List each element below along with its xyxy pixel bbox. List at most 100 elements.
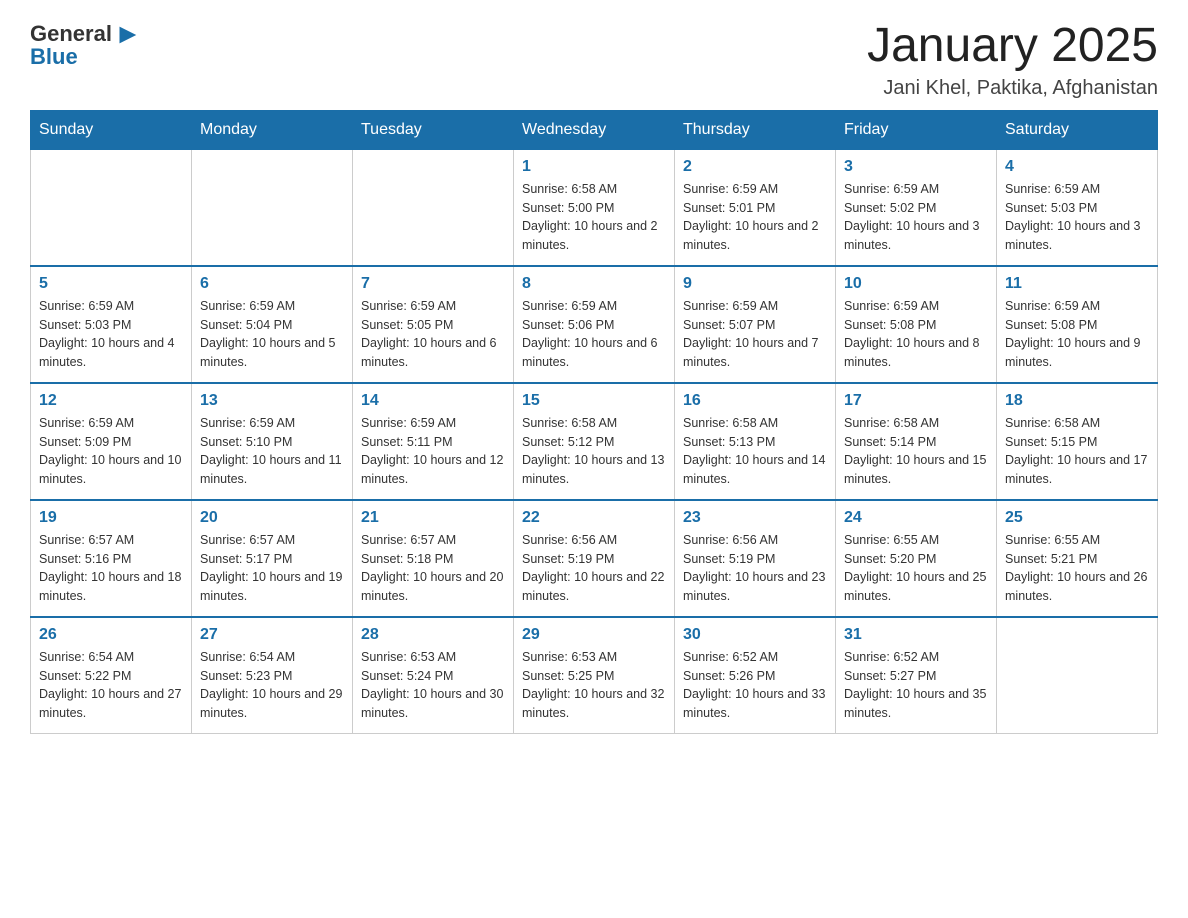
calendar-week-row: 1 Sunrise: 6:58 AM Sunset: 5:00 PM Daylig…	[31, 149, 1158, 266]
calendar-day-17: 17 Sunrise: 6:58 AM Sunset: 5:14 PM Dayli…	[836, 383, 997, 500]
day-info-text: Sunrise: 6:59 AM Sunset: 5:08 PM Dayligh…	[844, 297, 988, 372]
day-info-text: Sunrise: 6:59 AM Sunset: 5:05 PM Dayligh…	[361, 297, 505, 372]
logo-blue-text: Blue	[30, 44, 142, 70]
calendar-day-26: 26 Sunrise: 6:54 AM Sunset: 5:22 PM Dayli…	[31, 617, 192, 734]
day-info-text: Sunrise: 6:59 AM Sunset: 5:06 PM Dayligh…	[522, 297, 666, 372]
calendar-day-22: 22 Sunrise: 6:56 AM Sunset: 5:19 PM Dayli…	[514, 500, 675, 617]
location-subtitle: Jani Khel, Paktika, Afghanistan	[867, 77, 1158, 100]
calendar-day-6: 6 Sunrise: 6:59 AM Sunset: 5:04 PM Daylig…	[192, 266, 353, 383]
day-number: 10	[844, 275, 988, 293]
calendar-day-8: 8 Sunrise: 6:59 AM Sunset: 5:06 PM Daylig…	[514, 266, 675, 383]
day-info-text: Sunrise: 6:58 AM Sunset: 5:00 PM Dayligh…	[522, 180, 666, 255]
day-info-text: Sunrise: 6:58 AM Sunset: 5:13 PM Dayligh…	[683, 414, 827, 489]
day-number: 11	[1005, 275, 1149, 293]
day-number: 29	[522, 626, 666, 644]
calendar-day-31: 31 Sunrise: 6:52 AM Sunset: 5:27 PM Dayli…	[836, 617, 997, 734]
calendar-day-3: 3Sunrise: 6:59 AM Sunset: 5:02 PM Daylig…	[836, 149, 997, 266]
day-info-text: Sunrise: 6:59 AM Sunset: 5:08 PM Dayligh…	[1005, 297, 1149, 372]
day-number: 6	[200, 275, 344, 293]
calendar-table: SundayMondayTuesdayWednesdayThursdayFrid…	[30, 110, 1158, 734]
logo: General ► Blue	[30, 20, 142, 70]
month-title: January 2025	[867, 20, 1158, 73]
day-info-text: Sunrise: 6:59 AM Sunset: 5:11 PM Dayligh…	[361, 414, 505, 489]
day-info-text: Sunrise: 6:58 AM Sunset: 5:15 PM Dayligh…	[1005, 414, 1149, 489]
empty-day-cell	[192, 149, 353, 266]
calendar-day-9: 9 Sunrise: 6:59 AM Sunset: 5:07 PM Daylig…	[675, 266, 836, 383]
day-number: 17	[844, 392, 988, 410]
day-info-text: Sunrise: 6:58 AM Sunset: 5:12 PM Dayligh…	[522, 414, 666, 489]
calendar-day-1: 1 Sunrise: 6:58 AM Sunset: 5:00 PM Daylig…	[514, 149, 675, 266]
calendar-day-2: 2Sunrise: 6:59 AM Sunset: 5:01 PM Daylig…	[675, 149, 836, 266]
empty-day-cell	[997, 617, 1158, 734]
day-number: 20	[200, 509, 344, 527]
weekday-header-friday: Friday	[836, 110, 997, 149]
day-info-text: Sunrise: 6:53 AM Sunset: 5:25 PM Dayligh…	[522, 648, 666, 723]
calendar-day-25: 25 Sunrise: 6:55 AM Sunset: 5:21 PM Dayli…	[997, 500, 1158, 617]
calendar-day-16: 16 Sunrise: 6:58 AM Sunset: 5:13 PM Dayli…	[675, 383, 836, 500]
day-number: 25	[1005, 509, 1149, 527]
calendar-day-29: 29 Sunrise: 6:53 AM Sunset: 5:25 PM Dayli…	[514, 617, 675, 734]
day-info-text: Sunrise: 6:54 AM Sunset: 5:23 PM Dayligh…	[200, 648, 344, 723]
weekday-header-monday: Monday	[192, 110, 353, 149]
weekday-header-wednesday: Wednesday	[514, 110, 675, 149]
calendar-week-row: 19Sunrise: 6:57 AM Sunset: 5:16 PM Dayli…	[31, 500, 1158, 617]
day-number: 22	[522, 509, 666, 527]
day-info-text: Sunrise: 6:59 AM Sunset: 5:01 PM Dayligh…	[683, 180, 827, 255]
calendar-day-28: 28 Sunrise: 6:53 AM Sunset: 5:24 PM Dayli…	[353, 617, 514, 734]
page-header: General ► Blue January 2025 Jani Khel, P…	[30, 20, 1158, 100]
calendar-day-13: 13 Sunrise: 6:59 AM Sunset: 5:10 PM Dayli…	[192, 383, 353, 500]
day-info-text: Sunrise: 6:57 AM Sunset: 5:17 PM Dayligh…	[200, 531, 344, 606]
day-info-text: Sunrise: 6:55 AM Sunset: 5:21 PM Dayligh…	[1005, 531, 1149, 606]
day-info-text: Sunrise: 6:54 AM Sunset: 5:22 PM Dayligh…	[39, 648, 183, 723]
day-number: 9	[683, 275, 827, 293]
day-info-text: Sunrise: 6:59 AM Sunset: 5:03 PM Dayligh…	[39, 297, 183, 372]
day-number: 26	[39, 626, 183, 644]
day-info-text: Sunrise: 6:57 AM Sunset: 5:18 PM Dayligh…	[361, 531, 505, 606]
day-number: 27	[200, 626, 344, 644]
day-info-text: Sunrise: 6:59 AM Sunset: 5:02 PM Dayligh…	[844, 180, 988, 255]
day-info-text: Sunrise: 6:56 AM Sunset: 5:19 PM Dayligh…	[522, 531, 666, 606]
title-block: January 2025 Jani Khel, Paktika, Afghani…	[867, 20, 1158, 100]
calendar-day-21: 21Sunrise: 6:57 AM Sunset: 5:18 PM Dayli…	[353, 500, 514, 617]
day-number: 30	[683, 626, 827, 644]
day-info-text: Sunrise: 6:53 AM Sunset: 5:24 PM Dayligh…	[361, 648, 505, 723]
calendar-day-5: 5 Sunrise: 6:59 AM Sunset: 5:03 PM Daylig…	[31, 266, 192, 383]
weekday-header-row: SundayMondayTuesdayWednesdayThursdayFrid…	[31, 110, 1158, 149]
day-number: 1	[522, 158, 666, 176]
day-info-text: Sunrise: 6:58 AM Sunset: 5:14 PM Dayligh…	[844, 414, 988, 489]
day-number: 8	[522, 275, 666, 293]
day-number: 5	[39, 275, 183, 293]
day-number: 4	[1005, 158, 1149, 176]
calendar-day-10: 10 Sunrise: 6:59 AM Sunset: 5:08 PM Dayli…	[836, 266, 997, 383]
calendar-day-7: 7 Sunrise: 6:59 AM Sunset: 5:05 PM Daylig…	[353, 266, 514, 383]
day-info-text: Sunrise: 6:59 AM Sunset: 5:07 PM Dayligh…	[683, 297, 827, 372]
day-info-text: Sunrise: 6:52 AM Sunset: 5:27 PM Dayligh…	[844, 648, 988, 723]
calendar-day-27: 27 Sunrise: 6:54 AM Sunset: 5:23 PM Dayli…	[192, 617, 353, 734]
empty-day-cell	[353, 149, 514, 266]
day-number: 14	[361, 392, 505, 410]
calendar-day-19: 19Sunrise: 6:57 AM Sunset: 5:16 PM Dayli…	[31, 500, 192, 617]
day-info-text: Sunrise: 6:59 AM Sunset: 5:10 PM Dayligh…	[200, 414, 344, 489]
calendar-week-row: 12 Sunrise: 6:59 AM Sunset: 5:09 PM Dayli…	[31, 383, 1158, 500]
day-info-text: Sunrise: 6:59 AM Sunset: 5:04 PM Dayligh…	[200, 297, 344, 372]
day-info-text: Sunrise: 6:59 AM Sunset: 5:09 PM Dayligh…	[39, 414, 183, 489]
weekday-header-tuesday: Tuesday	[353, 110, 514, 149]
day-info-text: Sunrise: 6:56 AM Sunset: 5:19 PM Dayligh…	[683, 531, 827, 606]
day-number: 18	[1005, 392, 1149, 410]
calendar-day-24: 24Sunrise: 6:55 AM Sunset: 5:20 PM Dayli…	[836, 500, 997, 617]
day-number: 28	[361, 626, 505, 644]
day-number: 16	[683, 392, 827, 410]
day-number: 13	[200, 392, 344, 410]
day-info-text: Sunrise: 6:57 AM Sunset: 5:16 PM Dayligh…	[39, 531, 183, 606]
day-number: 7	[361, 275, 505, 293]
day-number: 12	[39, 392, 183, 410]
weekday-header-sunday: Sunday	[31, 110, 192, 149]
day-number: 23	[683, 509, 827, 527]
day-info-text: Sunrise: 6:52 AM Sunset: 5:26 PM Dayligh…	[683, 648, 827, 723]
empty-day-cell	[31, 149, 192, 266]
day-number: 24	[844, 509, 988, 527]
calendar-day-30: 30 Sunrise: 6:52 AM Sunset: 5:26 PM Dayli…	[675, 617, 836, 734]
calendar-day-15: 15Sunrise: 6:58 AM Sunset: 5:12 PM Dayli…	[514, 383, 675, 500]
day-number: 31	[844, 626, 988, 644]
calendar-day-14: 14 Sunrise: 6:59 AM Sunset: 5:11 PM Dayli…	[353, 383, 514, 500]
